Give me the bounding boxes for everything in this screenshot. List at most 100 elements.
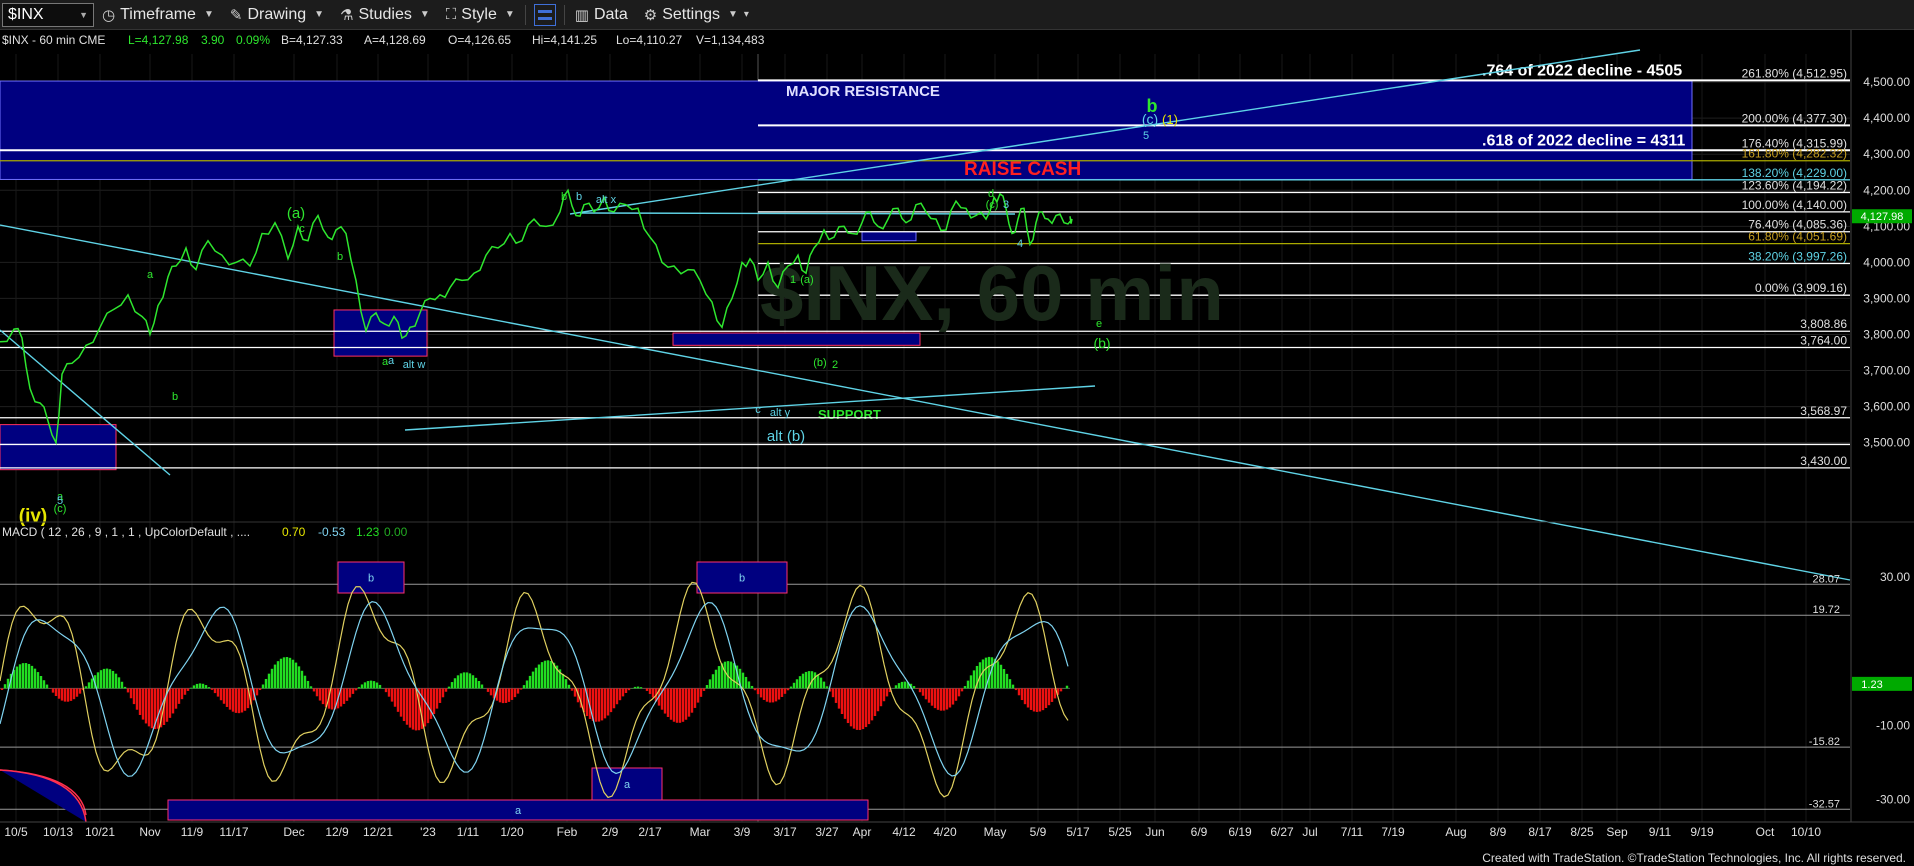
studies-button[interactable]: ⚗ Studies ▼ <box>332 1 438 29</box>
chevron-down-icon: ▼ <box>504 9 515 20</box>
toolbar: $INX ▼ ◷ Timeframe ▼ ✎ Drawing ▼ ⚗ Studi… <box>0 0 1914 30</box>
macd-current-label: 1.23 <box>1861 679 1882 691</box>
x-tick-label: 6/9 <box>1191 825 1208 839</box>
wave-label: (a) <box>287 205 305 222</box>
zone-label-major-resistance: MAJOR RESISTANCE <box>786 83 940 100</box>
x-tick-label: 4/20 <box>933 825 957 839</box>
y-tick-label: 3,900.00 <box>1863 291 1910 305</box>
wave-label: b <box>172 391 178 403</box>
wave-label: a <box>388 355 395 367</box>
flask-icon: ⚗ <box>340 6 354 24</box>
chevron-down-icon: ▾ <box>743 9 749 20</box>
level-right-label: 200.00% (4,377.30) <box>1742 111 1847 125</box>
wave-label: 1 <box>790 274 796 286</box>
level-title-label: .618 of 2022 decline = 4311 <box>1482 132 1685 149</box>
y-tick-label: 3,800.00 <box>1863 327 1910 341</box>
chart-area[interactable]: MAJOR RESISTANCE SUPPORT 261.80% (4,512.9… <box>0 30 1914 850</box>
x-tick-label: Jul <box>1302 825 1317 839</box>
x-tick-label: 4/12 <box>892 825 916 839</box>
level-right-label: 100.00% (4,140.00) <box>1742 198 1847 212</box>
layout-icon[interactable] <box>533 3 556 26</box>
price-axis: 3,500.00 3,600.00 3,700.00 3,800.00 3,900.00… <box>1850 30 1912 822</box>
zone-box <box>0 424 117 471</box>
x-tick-label: 2/17 <box>638 825 662 839</box>
header-change-pct: 0.09% <box>236 33 270 47</box>
header-volume: V=1,134,483 <box>696 33 765 47</box>
symbol-dropdown-icon[interactable]: ▼ <box>79 10 88 20</box>
gear-icon: ⚙ <box>643 6 658 24</box>
x-tick-label: Dec <box>283 825 304 839</box>
macd-zone-label: a <box>515 805 522 817</box>
x-tick-label: Sep <box>1606 825 1628 839</box>
wave-label: c <box>755 404 761 416</box>
x-tick-label: 1/20 <box>500 825 524 839</box>
header-bid: B=4,127.33 <box>281 33 343 47</box>
wave-label: e <box>1096 318 1102 330</box>
x-tick-label: May <box>984 825 1007 839</box>
x-tick-label: 10/10 <box>1791 825 1821 839</box>
x-tick-label: 6/27 <box>1270 825 1294 839</box>
clock-icon: ◷ <box>102 6 116 24</box>
header-ask: A=4,128.69 <box>364 33 426 47</box>
x-tick-label: Oct <box>1756 825 1775 839</box>
macd-value-1: 0.70 <box>282 525 306 539</box>
timeframe-button[interactable]: ◷ Timeframe ▼ <box>94 1 222 29</box>
x-tick-label: 11/17 <box>219 825 248 839</box>
last-price-label: 4,127.98 <box>1861 211 1904 223</box>
header-high: Hi=4,141.25 <box>532 33 597 47</box>
x-tick-label: 8/17 <box>1528 825 1552 839</box>
x-tick-label: 3/17 <box>773 825 797 839</box>
style-button[interactable]: ⛶ Style ▼ <box>438 1 523 29</box>
wave-label: a <box>147 269 154 281</box>
macd-tick-label: 30.00 <box>1880 570 1910 584</box>
x-tick-label: 5/17 <box>1066 825 1090 839</box>
raise-cash-label: RAISE CASH <box>964 159 1081 180</box>
wave-label: (c) <box>986 199 999 211</box>
level-title-label: .764 of 2022 decline - 4505 <box>1482 62 1682 79</box>
wave-label: 5 <box>1143 130 1149 142</box>
x-tick-label: '23 <box>420 825 436 839</box>
x-tick-label: 2/9 <box>602 825 619 839</box>
toolbar-divider <box>563 4 565 25</box>
y-tick-label: 3,500.00 <box>1863 436 1910 450</box>
zone-box <box>333 309 428 357</box>
chevron-down-icon: ▼ <box>314 9 325 20</box>
level-right-label: 3,764.00 <box>1800 333 1847 347</box>
x-tick-label: 6/19 <box>1228 825 1252 839</box>
level-right-label: 38.20% (3,997.26) <box>1748 249 1847 263</box>
x-tick-label: 9/11 <box>1649 825 1672 839</box>
x-tick-label: Aug <box>1445 825 1466 839</box>
level-right-label: 161.80% (4,282.32) <box>1742 147 1847 161</box>
macd-panel: 28.07 19.72 -15.82 -32.57 30.00 -10.00 -30.00 b… <box>0 521 1914 823</box>
settings-button[interactable]: ⚙ Settings ▼ ▾ <box>636 1 757 29</box>
x-tick-label: 5/25 <box>1108 825 1132 839</box>
level-right-label: 3,568.97 <box>1800 404 1847 418</box>
wave-label: 2 <box>832 359 838 371</box>
level-right-label: 261.80% (4,512.95) <box>1742 66 1847 80</box>
x-tick-label: 9/19 <box>1690 825 1714 839</box>
bar-chart-icon: ▥ <box>574 6 589 24</box>
data-button[interactable]: ▥ Data <box>567 1 636 29</box>
wave-label: 3 <box>1003 199 1009 211</box>
macd-value-2: -0.53 <box>318 525 346 539</box>
macd-zone-label: b <box>368 573 374 585</box>
symbol-text: $INX <box>8 5 44 23</box>
macd-arc <box>0 769 87 823</box>
macd-value-4: 0.00 <box>384 525 408 539</box>
x-tick-label: 8/9 <box>1490 825 1507 839</box>
header-change: 3.90 <box>201 33 225 47</box>
drawing-button[interactable]: ✎ Drawing ▼ <box>222 1 332 29</box>
timeframe-label: Timeframe <box>120 5 196 23</box>
chevron-down-icon: ▼ <box>419 9 430 20</box>
header-open: O=4,126.65 <box>448 33 511 47</box>
wave-label: alt y <box>770 407 791 419</box>
wave-label: (a) <box>800 274 813 286</box>
level-right-label: 3,430.00 <box>1800 454 1847 468</box>
x-tick-label: Nov <box>139 825 160 839</box>
wave-label: 5 <box>57 495 63 507</box>
wave-label: b <box>337 251 343 263</box>
wave-label-1: (1) <box>1162 112 1178 127</box>
header-low: Lo=4,110.27 <box>616 33 683 47</box>
symbol-selector[interactable]: $INX ▼ <box>2 2 94 27</box>
settings-label: Settings <box>662 5 721 23</box>
